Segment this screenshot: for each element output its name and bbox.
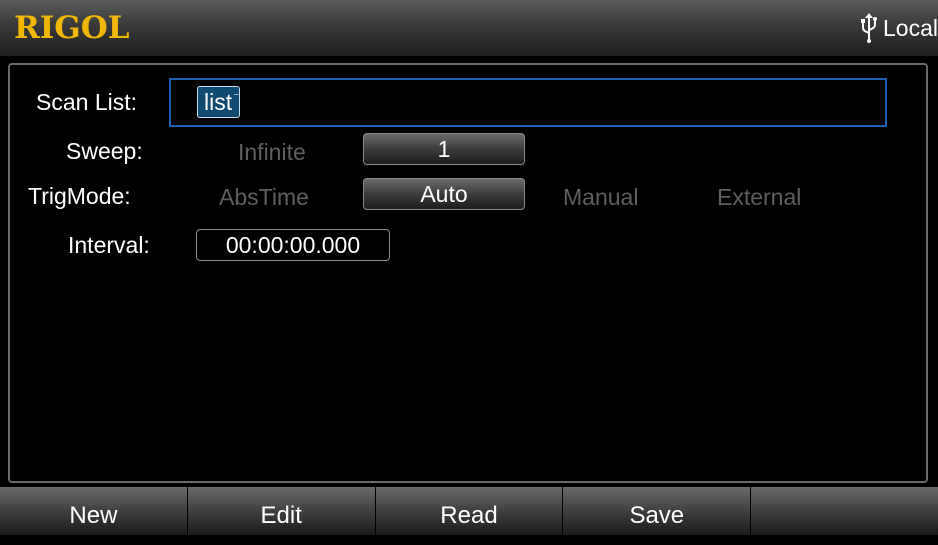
- softkey-menu: New Edit Read Save: [0, 487, 938, 535]
- interval-label: Interval:: [68, 232, 150, 258]
- brand-logo: RIGOL: [14, 10, 130, 46]
- scan-list-value-text: list: [204, 89, 233, 115]
- interval-input[interactable]: 00:00:00.000: [196, 229, 390, 261]
- trigmode-label: TrigMode:: [28, 183, 131, 209]
- remote-status-label: Local: [883, 15, 938, 41]
- trigmode-option-manual[interactable]: Manual: [563, 183, 638, 211]
- scan-list-label: Scan List:: [36, 89, 137, 115]
- softkey-empty[interactable]: [751, 487, 938, 535]
- sweep-label: Sweep:: [66, 138, 143, 164]
- scan-list-field[interactable]: list ...: [169, 78, 887, 127]
- trigmode-option-abstime[interactable]: AbsTime: [219, 183, 309, 211]
- trigmode-option-auto[interactable]: Auto: [363, 178, 525, 210]
- scan-list-value[interactable]: list ...: [197, 86, 241, 118]
- softkey-new[interactable]: New: [0, 487, 188, 535]
- title-bar: RIGOL Local: [0, 0, 938, 56]
- trigmode-option-external[interactable]: External: [717, 183, 801, 211]
- softkey-read[interactable]: Read: [375, 487, 564, 535]
- ellipsis-icon: ...: [233, 87, 239, 97]
- softkey-edit[interactable]: Edit: [187, 487, 376, 535]
- softkey-save[interactable]: Save: [563, 487, 752, 535]
- status-area: Local: [859, 12, 938, 44]
- usb-icon: [861, 13, 878, 43]
- sweep-option-count[interactable]: 1: [363, 133, 525, 165]
- sweep-option-infinite[interactable]: Infinite: [238, 138, 306, 166]
